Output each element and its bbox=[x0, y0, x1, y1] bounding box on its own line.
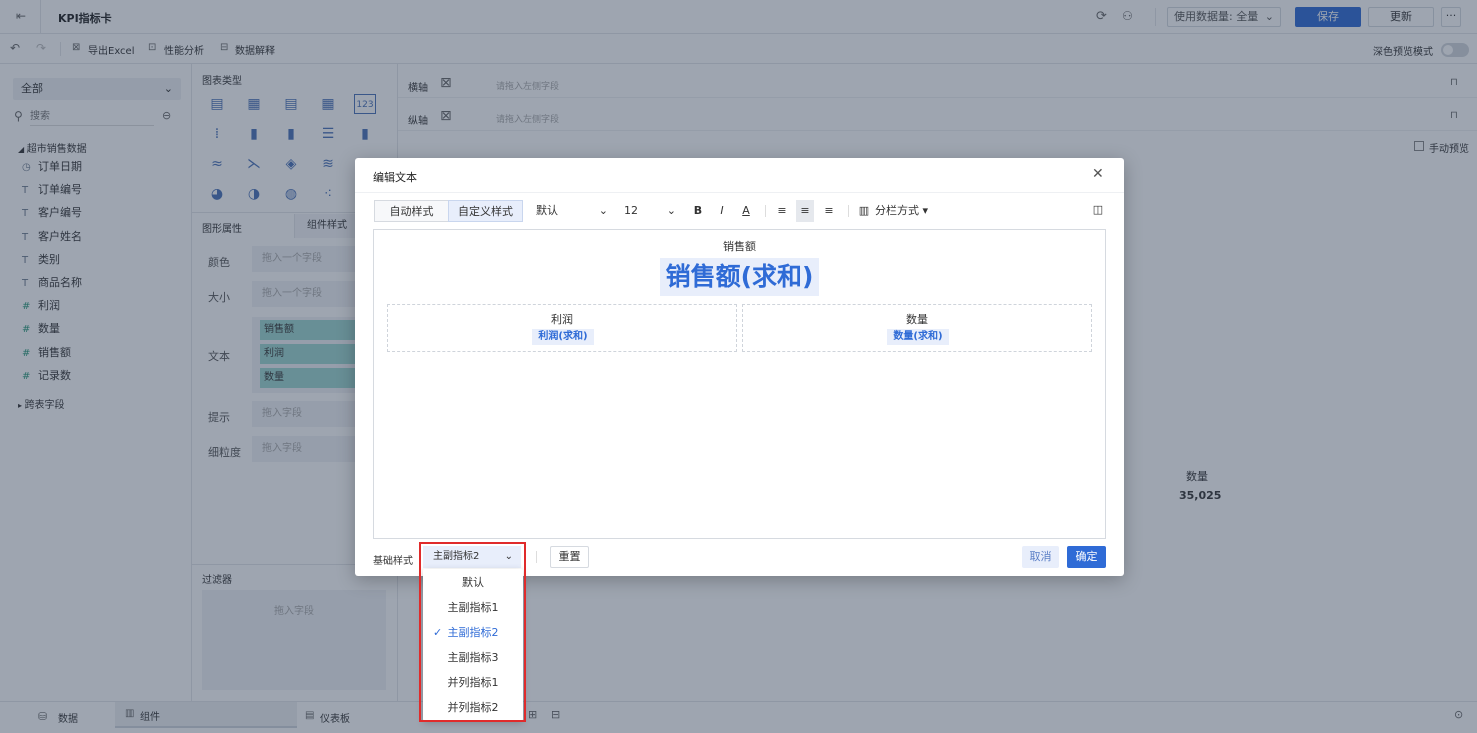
sub-metric-2-value: 数量(求和) bbox=[887, 329, 949, 345]
dialog-title: 编辑文本 bbox=[373, 171, 417, 184]
sub-metric-1-value: 利润(求和) bbox=[532, 329, 594, 345]
text-editor[interactable]: 销售额 销售额(求和) 利润 利润(求和) 数量 数量(求和) bbox=[373, 229, 1106, 539]
sub-metric-2-value-text: 数量(求和) bbox=[893, 331, 943, 342]
chevron-down-icon: ⌄ bbox=[598, 204, 608, 217]
reset-button[interactable]: 重置 bbox=[550, 546, 589, 568]
cancel-button[interactable]: 取消 bbox=[1022, 546, 1059, 568]
bold-icon[interactable]: B bbox=[691, 200, 705, 222]
main-metric-value-text: 销售额(求和) bbox=[665, 262, 814, 291]
ok-button[interactable]: 确定 bbox=[1067, 546, 1106, 568]
sub-metric-2: 数量 数量(求和) bbox=[742, 304, 1092, 352]
column-mode-select[interactable]: 分栏方式 ▾ bbox=[875, 200, 935, 222]
align-right-icon[interactable]: ≡ bbox=[820, 200, 838, 222]
font-color-icon[interactable]: A bbox=[739, 200, 753, 222]
main-metric-title: 销售额 bbox=[723, 240, 756, 253]
base-style-label: 基础样式 bbox=[373, 556, 413, 567]
font-select-value: 默认 bbox=[536, 204, 558, 217]
highlight-annotation bbox=[419, 542, 526, 722]
layout-panel-icon[interactable]: ◫ bbox=[1091, 199, 1105, 221]
sub-metric-2-title: 数量 bbox=[906, 313, 928, 326]
align-left-icon[interactable]: ≡ bbox=[773, 200, 791, 222]
sub-metric-1-title: 利润 bbox=[551, 313, 573, 326]
sub-metric-1: 利润 利润(求和) bbox=[387, 304, 737, 352]
sub-metric-1-value-text: 利润(求和) bbox=[538, 331, 588, 342]
tab-auto-style[interactable]: 自动样式 bbox=[374, 200, 449, 222]
column-mode-label: 分栏方式 bbox=[875, 204, 919, 217]
font-size-value: 12 bbox=[624, 204, 638, 217]
columns-icon: ▥ bbox=[858, 204, 870, 217]
italic-icon[interactable]: I bbox=[715, 200, 729, 222]
font-size-select[interactable]: 12 ⌄ bbox=[620, 200, 680, 222]
font-select[interactable]: 默认 ⌄ bbox=[532, 200, 612, 222]
tab-custom-style[interactable]: 自定义样式 bbox=[448, 200, 523, 222]
close-icon[interactable]: ✕ bbox=[1092, 166, 1104, 182]
edit-text-dialog: 编辑文本 ✕ 自动样式 自定义样式 默认 ⌄ 12 ⌄ B I A ≡ ≡ ≡ … bbox=[355, 158, 1124, 576]
align-center-icon[interactable]: ≡ bbox=[796, 200, 814, 222]
chevron-down-icon: ⌄ bbox=[666, 204, 676, 217]
main-metric-value: 销售额(求和) bbox=[660, 258, 819, 296]
